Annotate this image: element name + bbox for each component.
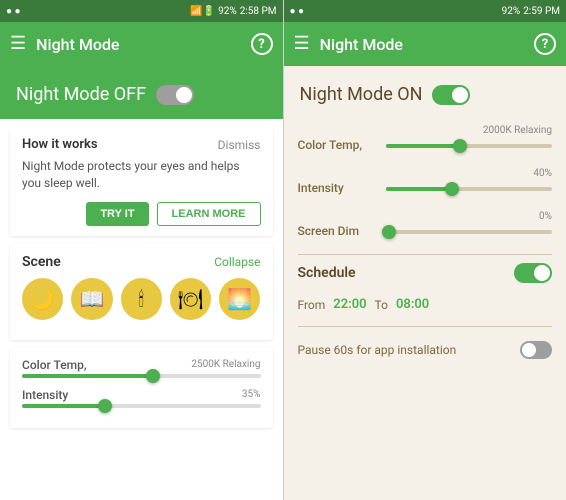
how-it-works-desc: Night Mode protects your eyes and helps … bbox=[22, 158, 261, 192]
right-status-battery: 92% bbox=[502, 6, 521, 17]
scene-icon-dining[interactable]: 🍽 bbox=[170, 278, 211, 320]
right-color-temp-thumb[interactable] bbox=[453, 139, 467, 153]
right-color-temp-label: Color Temp, bbox=[298, 138, 378, 152]
left-content: How it works Dismiss Night Mode protects… bbox=[0, 119, 283, 500]
left-status-bar: ● ● 📶🔋 92% 2:58 PM bbox=[0, 0, 283, 22]
left-intensity-value: 35% bbox=[242, 389, 261, 400]
left-screen: ● ● 📶🔋 92% 2:58 PM ☰ Night Mode ? Night … bbox=[0, 0, 284, 500]
scene-icon-candle[interactable]: 🕯 bbox=[121, 278, 162, 320]
right-mode-toggle[interactable] bbox=[432, 85, 470, 105]
right-intensity-row: 40% Intensity bbox=[298, 168, 553, 197]
right-intensity-fill bbox=[386, 187, 453, 191]
left-color-temp-track[interactable] bbox=[22, 374, 261, 378]
left-color-temp-value: 2500K Relaxing bbox=[191, 359, 260, 370]
left-help-button[interactable]: ? bbox=[251, 33, 273, 55]
scene-icons-row: 🌙 📖 🕯 🍽 🌅 bbox=[22, 278, 261, 320]
how-it-works-card: How it works Dismiss Night Mode protects… bbox=[10, 127, 273, 236]
schedule-row: Schedule bbox=[298, 263, 553, 283]
left-top-bar: ☰ Night Mode ? bbox=[0, 22, 283, 66]
right-menu-icon[interactable]: ☰ bbox=[294, 35, 310, 53]
how-it-works-title: How it works bbox=[22, 137, 98, 152]
left-color-temp-label: Color Temp, bbox=[22, 358, 87, 372]
left-color-temp-fill bbox=[22, 374, 153, 378]
right-mode-title: Night Mode ON bbox=[300, 84, 423, 105]
right-color-temp-value: 2000K Relaxing bbox=[298, 125, 553, 136]
left-mode-toggle[interactable] bbox=[156, 85, 194, 105]
left-status-icons-left: ● ● bbox=[6, 6, 21, 17]
right-status-icons-left: ● ● bbox=[290, 6, 305, 17]
right-intensity-value: 40% bbox=[298, 168, 553, 179]
try-it-button[interactable]: Try It bbox=[86, 202, 148, 226]
dismiss-link[interactable]: Dismiss bbox=[218, 138, 261, 152]
right-status-time: 2:59 PM bbox=[523, 6, 560, 17]
scene-header: Scene Collapse bbox=[22, 254, 261, 270]
left-status-battery: 92% bbox=[218, 6, 237, 17]
right-help-button[interactable]: ? bbox=[534, 33, 556, 55]
right-screen-dim-track[interactable] bbox=[386, 230, 553, 234]
right-screen-dim-thumb[interactable] bbox=[382, 225, 396, 239]
left-color-temp-row: Color Temp, 2500K Relaxing bbox=[22, 358, 261, 378]
right-mode-header: Night Mode ON bbox=[284, 66, 566, 119]
right-screen-dim-row: 0% Screen Dim bbox=[298, 211, 553, 240]
right-color-temp-row: 2000K Relaxing Color Temp, bbox=[298, 125, 553, 154]
left-status-icons: 📶🔋 bbox=[190, 6, 215, 17]
right-screen-dim-value: 0% bbox=[298, 211, 553, 222]
right-screen: ● ● 92% 2:59 PM ☰ Night Mode ? Night Mod… bbox=[284, 0, 566, 500]
left-intensity-fill bbox=[22, 404, 105, 408]
scene-section: Scene Collapse 🌙 📖 🕯 🍽 🌅 bbox=[10, 244, 273, 340]
to-label: To bbox=[375, 298, 388, 312]
right-intensity-thumb[interactable] bbox=[445, 182, 459, 196]
left-mode-header: Night Mode OFF bbox=[0, 66, 283, 119]
left-intensity-track[interactable] bbox=[22, 404, 261, 408]
to-time[interactable]: 08:00 bbox=[396, 297, 429, 312]
how-it-works-header: How it works Dismiss bbox=[22, 137, 261, 152]
from-time[interactable]: 22:00 bbox=[333, 297, 366, 312]
divider-1 bbox=[298, 254, 553, 255]
scene-icon-read[interactable]: 📖 bbox=[71, 278, 112, 320]
scene-icon-moon[interactable]: 🌙 bbox=[22, 278, 63, 320]
left-app-title: Night Mode bbox=[36, 35, 250, 54]
pause-toggle[interactable] bbox=[520, 341, 552, 359]
left-color-temp-thumb[interactable] bbox=[146, 369, 160, 383]
schedule-toggle[interactable] bbox=[514, 263, 552, 283]
card-buttons: Try It Learn More bbox=[22, 202, 261, 226]
collapse-link[interactable]: Collapse bbox=[214, 255, 260, 269]
left-mode-title: Night Mode OFF bbox=[16, 84, 146, 105]
right-color-temp-track[interactable] bbox=[386, 144, 553, 148]
scene-title: Scene bbox=[22, 254, 61, 270]
left-intensity-thumb[interactable] bbox=[98, 399, 112, 413]
right-intensity-track[interactable] bbox=[386, 187, 553, 191]
right-app-title: Night Mode bbox=[320, 35, 534, 54]
divider-2 bbox=[298, 326, 553, 327]
left-menu-icon[interactable]: ☰ bbox=[10, 35, 26, 53]
right-screen-dim-label: Screen Dim bbox=[298, 224, 378, 238]
schedule-times: From 22:00 To 08:00 bbox=[298, 291, 553, 318]
right-status-bar: ● ● 92% 2:59 PM bbox=[284, 0, 566, 22]
left-status-time: 2:58 PM bbox=[240, 6, 277, 17]
scene-icon-sunrise[interactable]: 🌅 bbox=[219, 278, 260, 320]
right-color-temp-fill bbox=[386, 144, 461, 148]
pause-row: Pause 60s for app installation bbox=[298, 335, 553, 365]
from-label: From bbox=[298, 298, 326, 312]
right-content: 2000K Relaxing Color Temp, 40% Intensity bbox=[284, 119, 566, 500]
pause-label: Pause 60s for app installation bbox=[298, 343, 521, 357]
left-sliders: Color Temp, 2500K Relaxing Intensity 35% bbox=[10, 348, 273, 428]
learn-more-button[interactable]: Learn More bbox=[157, 202, 261, 226]
schedule-label: Schedule bbox=[298, 265, 356, 281]
left-intensity-row: Intensity 35% bbox=[22, 388, 261, 408]
right-intensity-label: Intensity bbox=[298, 181, 378, 195]
left-intensity-label: Intensity bbox=[22, 388, 68, 402]
right-top-bar: ☰ Night Mode ? bbox=[284, 22, 566, 66]
